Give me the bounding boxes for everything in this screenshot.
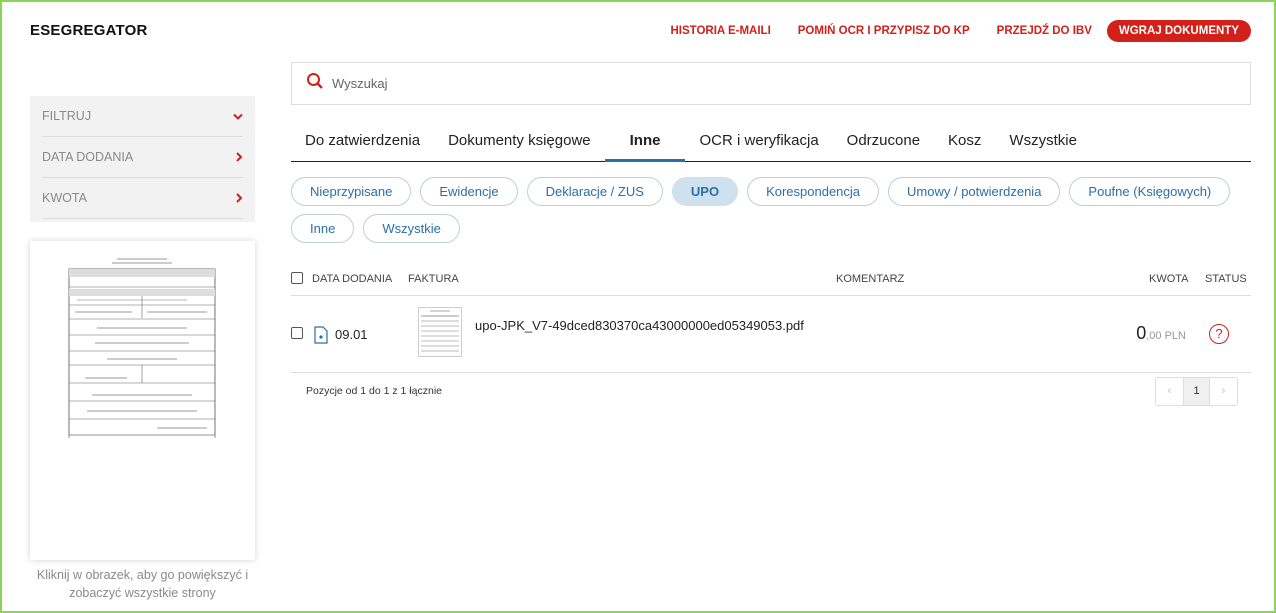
select-all-checkbox[interactable] xyxy=(291,272,303,284)
pill-poufne[interactable]: Poufne (Księgowych) xyxy=(1069,177,1231,206)
tab-wszystkie[interactable]: Wszystkie xyxy=(995,122,1091,162)
row-checkbox[interactable] xyxy=(291,327,303,339)
column-status: STATUS xyxy=(1205,273,1247,285)
column-amount[interactable]: KWOTA xyxy=(1149,273,1189,285)
upload-documents-button[interactable]: WGRAJ DOKUMENTY xyxy=(1106,20,1251,42)
filter-toggle[interactable]: FILTRUJ xyxy=(42,96,243,137)
document-preview-image xyxy=(67,253,217,438)
tab-odrzucone[interactable]: Odrzucone xyxy=(833,122,934,162)
row-amount: 0,00 PLN xyxy=(1136,323,1186,344)
table-row[interactable]: 09.01 upo-JPK_V7-49dced830370ca43000000e… xyxy=(291,297,1251,373)
pagination: ‹ 1 › xyxy=(1155,377,1238,406)
search-input[interactable] xyxy=(332,76,1212,91)
filter-label: FILTRUJ xyxy=(42,109,92,123)
document-tabs: Do zatwierdzenia Dokumenty księgowe Inne… xyxy=(291,122,1251,162)
chevron-right-icon xyxy=(235,191,243,206)
tab-kosz[interactable]: Kosz xyxy=(934,122,995,162)
top-nav: HISTORIA E-MAILI POMIŃ OCR I PRZYPISZ DO… xyxy=(643,20,1251,42)
pill-deklaracje-zus[interactable]: Deklaracje / ZUS xyxy=(526,177,663,206)
column-invoice: FAKTURA xyxy=(408,273,459,285)
pill-umowy-potwierdzenia[interactable]: Umowy / potwierdzenia xyxy=(888,177,1061,206)
filter-label: KWOTA xyxy=(42,191,87,205)
category-pills: Nieprzypisane Ewidencje Deklaracje / ZUS… xyxy=(291,177,1251,251)
row-date: 09.01 xyxy=(335,327,368,342)
pagination-page-1[interactable]: 1 xyxy=(1183,378,1210,405)
pill-wszystkie[interactable]: Wszystkie xyxy=(363,214,460,243)
pill-ewidencje[interactable]: Ewidencje xyxy=(420,177,518,206)
filter-amount[interactable]: KWOTA xyxy=(42,178,243,219)
tab-inne[interactable]: Inne xyxy=(604,122,686,162)
document-preview[interactable] xyxy=(30,241,255,560)
tab-do-zatwierdzenia[interactable]: Do zatwierdzenia xyxy=(291,122,434,162)
question-circle-icon[interactable]: ? xyxy=(1209,324,1229,344)
sidebar-filters: FILTRUJ DATA DODANIA KWOTA xyxy=(30,96,255,222)
filter-label: DATA DODANIA xyxy=(42,150,134,164)
skip-ocr-link[interactable]: POMIŃ OCR I PRZYPISZ DO KP xyxy=(798,25,970,37)
invoice-thumbnail[interactable] xyxy=(418,307,462,357)
app-logo: ESEGREGATOR xyxy=(30,22,148,39)
amount-main: 0 xyxy=(1136,323,1147,343)
search-icon xyxy=(306,72,324,95)
tab-dokumenty-ksiegowe[interactable]: Dokumenty księgowe xyxy=(434,122,605,162)
row-filename[interactable]: upo-JPK_V7-49dced830370ca43000000ed05349… xyxy=(475,318,804,333)
pill-nieprzypisane[interactable]: Nieprzypisane xyxy=(291,177,412,206)
preview-hint: Kliknij w obrazek, aby go powiększyć i z… xyxy=(36,568,249,600)
pagination-next-button[interactable]: › xyxy=(1210,378,1237,405)
pagination-info: Pozycje od 1 do 1 z 1 łącznie xyxy=(306,385,442,397)
pill-inne[interactable]: Inne xyxy=(291,214,355,243)
go-ibv-link[interactable]: PRZEJDŹ DO IBV xyxy=(997,25,1092,37)
pill-upo[interactable]: UPO xyxy=(671,177,739,206)
column-comment: KOMENTARZ xyxy=(836,273,905,285)
document-file-icon xyxy=(314,326,328,344)
table-header: DATA DODANIA FAKTURA KOMENTARZ KWOTA STA… xyxy=(291,268,1251,296)
email-history-link[interactable]: HISTORIA E-MAILI xyxy=(670,25,770,37)
amount-suffix: ,00 PLN xyxy=(1146,330,1186,342)
pill-korespondencja[interactable]: Korespondencja xyxy=(747,177,880,206)
tab-ocr-weryfikacja[interactable]: OCR i weryfikacja xyxy=(685,122,832,162)
filter-date-added[interactable]: DATA DODANIA xyxy=(42,137,243,178)
search-bar xyxy=(291,62,1251,105)
pagination-prev-button[interactable]: ‹ xyxy=(1156,378,1183,405)
chevron-down-icon xyxy=(233,109,243,124)
column-date[interactable]: DATA DODANIA xyxy=(312,273,392,285)
chevron-right-icon xyxy=(235,150,243,165)
